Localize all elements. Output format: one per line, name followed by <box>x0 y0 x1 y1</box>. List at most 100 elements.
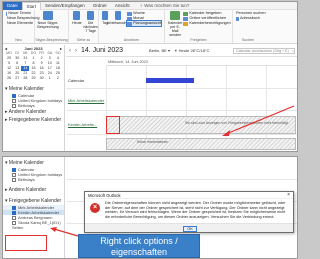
checkbox-icon[interactable] <box>12 220 16 225</box>
nav-my-calendars-label: Meine Kalender <box>8 160 44 166</box>
checkbox-icon[interactable] <box>12 215 16 220</box>
ribbon-group-new: Neuer Termin Neue Besprechung Neue Eleme… <box>3 10 40 43</box>
ribbon-group-arrange: Tag Arbeitswoche Woche Monat Planungsans… <box>99 10 165 43</box>
calendar-date: 14. Juni 2023 <box>81 47 124 54</box>
tab-file[interactable]: Datei <box>3 2 22 10</box>
next-day-icon[interactable]: › <box>75 48 77 54</box>
nav-my-calendars[interactable]: ▾ Meine Kalender <box>3 85 64 93</box>
calendar-permissions-button[interactable]: Kalenderberechtigungen <box>183 21 231 26</box>
mini-calendar-grid: MO DI MI DO FR SA SO 29 30 31 1 2 3 4 5 6 7 8 9 10 11 12 13 14 1… <box>5 51 62 81</box>
nav-shared-label: Freigegebene Kalender <box>8 117 62 123</box>
checkbox-icon[interactable] <box>12 98 16 103</box>
schedule-label: Planungsansicht <box>133 21 161 25</box>
tab-folder[interactable]: Ordner <box>89 2 111 10</box>
checkbox-icon[interactable] <box>12 177 16 182</box>
calendar-search-input[interactable]: Calendar durchsuchen (Strg + E) ⌕ <box>233 47 295 54</box>
ribbon: Neuer Termin Neue Besprechung Neue Eleme… <box>3 10 297 44</box>
day-icon <box>102 11 109 20</box>
shared-item-label: Skoda Karsq BE_1(ID1) <box>18 220 61 225</box>
skype-icon <box>43 11 53 20</box>
mini-calendar-day[interactable]: 30 <box>38 76 46 81</box>
close-icon[interactable]: × <box>287 192 293 198</box>
nav-birthdays-label: Birthdays <box>18 177 35 182</box>
mini-calendar-day[interactable]: 26 <box>5 76 13 81</box>
prev-day-icon[interactable]: ‹ <box>69 48 71 54</box>
left-navigation: ◂ Juni 2023 ▸ MO DI MI DO FR SA SO 29 30 31 1 2 3 4 5 6… <box>3 45 65 151</box>
today-label: Heute <box>72 21 82 25</box>
nav-other-calendars[interactable]: ▸ Andere Kalender <box>3 108 64 116</box>
ribbon-group-label: Neu <box>15 38 22 42</box>
ribbon-group-label: Freigeben <box>190 38 207 42</box>
mini-calendar-day[interactable]: 27 <box>13 76 21 81</box>
share-icon <box>170 11 181 20</box>
nav-shared-calendars[interactable]: ▸ Freigegebene Kalender <box>3 116 64 124</box>
tab-send-receive[interactable]: Senden/Empfangen <box>41 2 89 10</box>
nav-my-calendars-label: Meine Kalender <box>8 86 44 92</box>
permissions-label: Kalenderberechtigungen <box>189 21 231 25</box>
row-label-calendar[interactable]: Calendar <box>66 78 106 83</box>
view-workweek-button[interactable]: Arbeitswoche <box>107 11 128 26</box>
ribbon-group-label: Skype-Besprechung <box>35 38 68 42</box>
nav-birthdays-item-2[interactable]: Birthdays <box>3 177 64 182</box>
tab-start[interactable]: Start <box>21 2 42 10</box>
dialog-message: Die Ordnereigenschaften können nicht ang… <box>105 201 286 219</box>
ok-button[interactable]: OK <box>183 225 197 232</box>
tab-view[interactable]: Ansicht <box>111 2 134 10</box>
ribbon-tabs: Datei Start Senden/Empfangen Ordner Ansi… <box>3 2 297 10</box>
row-label-shared-1[interactable]: Mirk Arbeitskalender <box>66 98 106 103</box>
nav-shared-calendars-2[interactable]: ▾ Freigegebene Kalender <box>3 197 64 205</box>
mini-calendar-day[interactable]: 1 <box>46 76 54 81</box>
checkbox-icon[interactable] <box>12 167 16 172</box>
outlook-calendar-window: Datei Start Senden/Empfangen Ordner Ansi… <box>2 1 298 152</box>
globe-icon <box>183 16 189 21</box>
callout-line-2: eigenschaften <box>110 247 168 257</box>
new-items-label: Neue Elemente <box>7 21 34 25</box>
highlight-box <box>106 116 120 134</box>
grid-line <box>66 88 297 89</box>
ribbon-group-label: Suchen <box>241 38 255 42</box>
annotation-callout: Right click options / eigenschaften <box>78 234 200 258</box>
next-days-label: Die nächsten 7 Tage <box>83 21 98 33</box>
skype-label: Neue Skype-Besprechung <box>37 21 59 29</box>
address-book-icon <box>236 16 239 21</box>
nav-my-calendars-2[interactable]: ▾ Meine Kalender <box>3 159 64 167</box>
ribbon-group-label: Gehe zu <box>76 38 91 42</box>
left-navigation-2: ▾ Meine Kalender Calendar United Kingdom… <box>3 157 65 258</box>
checkbox-icon[interactable] <box>12 172 16 177</box>
dialog-footer: OK <box>85 223 293 232</box>
tell-me-label: Was möchten Sie tun? <box>144 2 190 8</box>
schedule-icon <box>127 21 133 26</box>
nav-extra-label: Seiten <box>12 225 24 230</box>
checkbox-icon[interactable] <box>12 210 16 215</box>
new-items-button[interactable]: Neue Elemente <box>6 21 34 26</box>
view-schedule-button[interactable]: Planungsansicht <box>126 20 162 27</box>
tell-me-box[interactable]: ♀ Was möchten Sie tun? <box>136 2 194 10</box>
month-icon <box>127 16 133 21</box>
address-book-label: Adressbuch <box>239 16 260 20</box>
grid-line <box>66 179 297 180</box>
ribbon-group-share: Kalender per E-Mail senden Kalender frei… <box>165 10 233 43</box>
ribbon-group-goto: Heute Die nächsten 7 Tage Gehe zu <box>69 10 99 43</box>
search-placeholder: Calendar durchsuchen (Strg + E) <box>236 48 289 53</box>
busy-block[interactable] <box>146 78 194 83</box>
checkbox-icon[interactable] <box>12 103 16 108</box>
mini-calendar-day[interactable]: 28 <box>21 76 29 81</box>
search-icon: ⌕ <box>291 48 294 53</box>
ribbon-group-find: Personen suchen Adressbuch Suchen <box>233 10 266 43</box>
mini-calendar-day[interactable]: 29 <box>29 76 37 81</box>
nav-other-calendars-2[interactable]: ▸ Andere Kalender <box>3 186 64 194</box>
weather-location[interactable]: Berlin, BE ▾ <box>149 48 170 53</box>
nav-other-label: Andere Kalender <box>8 187 47 193</box>
mini-calendar-day[interactable]: 2 <box>54 76 62 81</box>
weather-label: Heute 28°C/18°C <box>178 48 210 53</box>
row-label-shared-2[interactable]: Kerstin Arbeits... <box>66 122 106 127</box>
workweek-icon <box>114 11 121 20</box>
next-days-icon <box>87 11 95 20</box>
mini-calendar: ◂ Juni 2023 ▸ MO DI MI DO FR SA SO 29 30 31 1 2 3 4 5 6… <box>3 45 64 82</box>
callout-arrow-icon <box>50 227 79 237</box>
checkbox-icon[interactable] <box>12 93 16 98</box>
new-skype-meeting-button[interactable]: Neue Skype-Besprechung <box>37 11 59 29</box>
nav-shared-label: Freigegebene Kalender <box>8 198 62 204</box>
address-book-button[interactable]: Adressbuch <box>236 16 260 21</box>
checkbox-icon[interactable] <box>12 205 16 210</box>
